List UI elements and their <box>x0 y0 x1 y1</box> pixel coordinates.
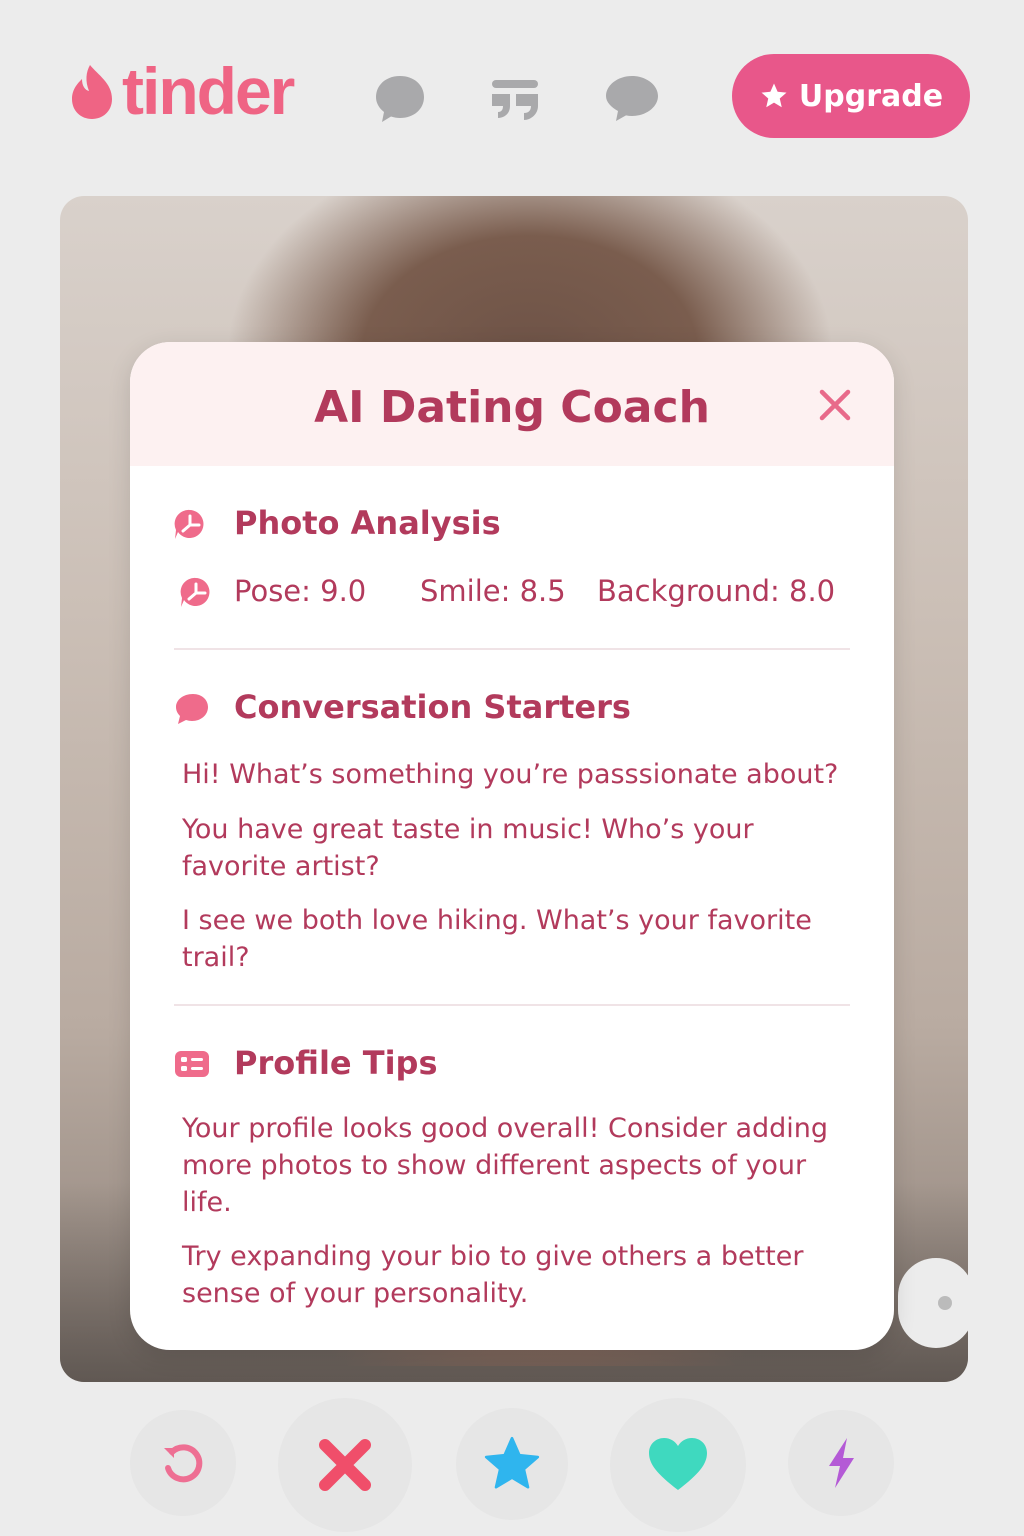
score-chart-icon <box>178 574 214 610</box>
message-icon[interactable] <box>604 70 660 126</box>
score-background: Background: 8.0 <box>597 574 836 608</box>
ai-coach-modal: AI Dating Coach Photo Analysis Pose: 9.0… <box>130 342 894 1350</box>
modal-title: AI Dating Coach <box>314 382 710 433</box>
boost-button[interactable] <box>788 1410 894 1516</box>
conversation-starters-title: Conversation Starters <box>234 688 631 726</box>
super-like-icon <box>484 1436 540 1489</box>
nope-button[interactable] <box>278 1398 412 1532</box>
score-pose: Pose: 9.0 <box>234 574 367 608</box>
chat-bubble-icon[interactable] <box>372 70 428 126</box>
close-button[interactable] <box>816 386 854 424</box>
nope-icon <box>319 1439 371 1491</box>
upgrade-button[interactable]: Upgrade <box>732 54 970 138</box>
starter-item[interactable]: I see we both love hiking. What’s your f… <box>182 902 862 976</box>
flame-icon <box>72 65 112 119</box>
modal-header: AI Dating Coach <box>130 342 894 466</box>
rewind-button[interactable] <box>130 1410 236 1516</box>
star-icon <box>761 83 787 108</box>
brand-name: tinder <box>122 54 295 128</box>
tip-item: Try expanding your bio to give others a … <box>182 1241 804 1309</box>
boost-icon <box>829 1438 854 1488</box>
photo-analysis-title: Photo Analysis <box>234 504 501 542</box>
like-icon <box>649 1438 707 1490</box>
profile-card-icon <box>174 1046 210 1082</box>
top-bar: tinder Upgrade <box>0 0 1024 170</box>
starter-item[interactable]: You have great taste in music! Who’s you… <box>182 811 862 885</box>
rewind-icon <box>164 1444 203 1483</box>
divider <box>174 1004 850 1006</box>
pie-chart-icon <box>172 506 208 542</box>
close-icon <box>819 389 851 421</box>
speech-bubble-icon <box>174 690 210 726</box>
score-smile: Smile: 8.5 <box>420 574 566 608</box>
double-quote-icon[interactable] <box>488 70 544 126</box>
super-like-button[interactable] <box>456 1408 568 1520</box>
upgrade-label: Upgrade <box>798 78 944 114</box>
starter-item[interactable]: Hi! What’s something you’re passsionate … <box>182 756 862 793</box>
divider <box>174 648 850 650</box>
tinder-logo[interactable]: tinder <box>68 54 295 128</box>
like-button[interactable] <box>610 1398 746 1532</box>
tip-item: Your profile looks good overall! Conside… <box>182 1113 829 1218</box>
profile-tips-title: Profile Tips <box>234 1044 438 1082</box>
photo-info-button[interactable] <box>898 1258 968 1348</box>
